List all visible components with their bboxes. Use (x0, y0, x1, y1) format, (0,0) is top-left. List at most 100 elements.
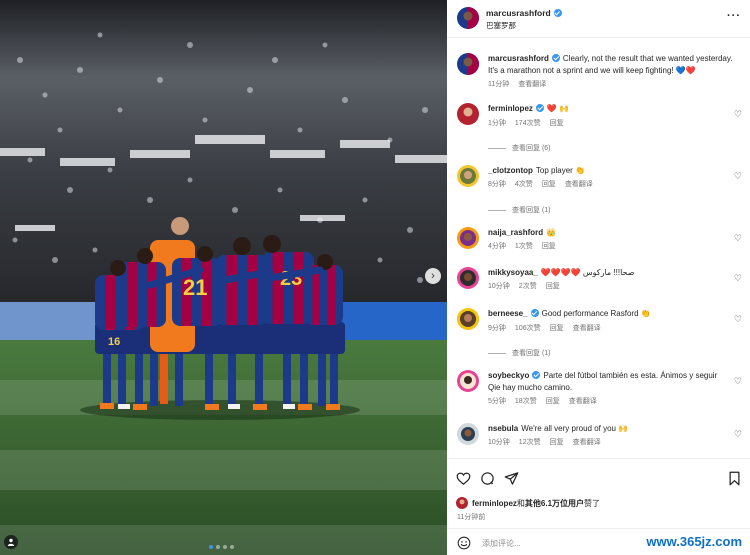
carousel-dot (209, 545, 213, 549)
like-comment-heart-icon[interactable]: ♡ (734, 273, 742, 284)
reply-button[interactable]: 回复 (546, 281, 560, 292)
comment-likes[interactable]: 12次赞 (519, 437, 541, 448)
avatar[interactable] (457, 103, 479, 125)
view-replies-link[interactable]: 查看回复 (6) (488, 143, 551, 153)
avatar[interactable] (457, 165, 479, 187)
comment-likes[interactable]: 174次赞 (515, 118, 541, 129)
comment-text: 👑 (546, 228, 557, 237)
comment-username[interactable]: _clotzontop (488, 166, 533, 175)
avatar[interactable] (457, 267, 479, 289)
view-replies-link[interactable]: 查看回复 (1) (488, 348, 551, 358)
comment-text: Top player 👏 (535, 166, 585, 175)
share-paper-plane-icon[interactable] (504, 471, 519, 486)
chevron-right-icon: › (431, 269, 435, 282)
comments-list: marcusrashford Clearly, not the result th… (447, 39, 750, 458)
comment-likes[interactable]: 2次赞 (519, 281, 537, 292)
likes-suffix: 赞了 (584, 498, 601, 508)
others-count[interactable]: 其他6.1万位用户 (525, 499, 584, 508)
comment-username[interactable]: mikkysoyaa_ (488, 268, 538, 277)
see-translation-link[interactable]: 查看翻译 (565, 179, 593, 190)
team-huddle-image: 21 23 16 (0, 0, 447, 555)
reply-button[interactable]: 回复 (546, 396, 560, 407)
see-translation-link[interactable]: 查看翻译 (573, 323, 601, 334)
reply-button[interactable]: 回复 (542, 179, 556, 190)
comment-time: 9分钟 (488, 325, 506, 332)
comment-time: 1分钟 (488, 120, 506, 127)
like-comment-heart-icon[interactable]: ♡ (734, 233, 742, 244)
comment-username[interactable]: naija_rashford (488, 228, 543, 237)
author-username[interactable]: marcusrashford (486, 8, 551, 18)
add-comment-input[interactable]: 添加评论... (482, 538, 521, 549)
comment-username[interactable]: soybeckyo (488, 371, 529, 380)
reply-button[interactable]: 回复 (550, 437, 564, 448)
comment-text: Good performance Rasford 👏 (541, 309, 651, 318)
view-replies-link[interactable]: 查看回复 (1) (488, 205, 551, 215)
more-options-button[interactable]: ··· (727, 10, 741, 22)
comment-text: We're all very proud of you 🙌 (521, 424, 629, 433)
comment-username[interactable]: ferminlopez (488, 104, 533, 113)
author-name-row: marcusrashford (486, 8, 562, 18)
caption-time: 11分钟 (488, 81, 510, 88)
next-image-button[interactable]: › (425, 268, 441, 284)
reply-button[interactable]: 回复 (550, 323, 564, 334)
likes-summary: ferminlopez和其他6.1万位用户赞了 (456, 497, 600, 509)
avatar[interactable] (457, 227, 479, 249)
comment-username[interactable]: marcusrashford (488, 54, 549, 63)
reply-button[interactable]: 回复 (542, 241, 556, 252)
carousel-dot (230, 545, 234, 549)
avatar[interactable] (457, 308, 479, 330)
likes-connector: 和 (516, 498, 525, 508)
comment-time: 8分钟 (488, 181, 506, 188)
comment-username[interactable]: berneese_ (488, 309, 528, 318)
carousel-dots (209, 545, 234, 549)
avatar[interactable] (457, 370, 479, 392)
post-location[interactable]: 巴塞罗那 (486, 20, 516, 31)
tagged-users-button[interactable] (4, 535, 18, 549)
like-comment-heart-icon[interactable]: ♡ (734, 314, 742, 325)
post-header: marcusrashford 巴塞罗那 ··· (447, 0, 750, 38)
see-translation-link[interactable]: 查看翻译 (569, 396, 597, 407)
verified-badge-icon (551, 54, 560, 62)
comment-time: 10分钟 (488, 283, 510, 290)
post-timestamp: 11分钟前 (457, 514, 486, 521)
comment-text: ❤️ 🙌 (546, 104, 570, 113)
emoji-smiley-icon[interactable] (457, 536, 471, 550)
liker-avatar[interactable] (456, 497, 468, 509)
like-comment-heart-icon[interactable]: ♡ (734, 109, 742, 120)
comment-likes[interactable]: 106次赞 (515, 323, 541, 334)
comment-likes[interactable]: 18次赞 (515, 396, 537, 407)
verified-badge-icon (530, 309, 539, 317)
comment-text: ❤️❤️❤️❤️ صحا!!! ماركوس (540, 268, 635, 277)
carousel-dot (216, 545, 220, 549)
comment-time: 10分钟 (488, 439, 510, 446)
svg-text:16: 16 (108, 336, 120, 348)
liker-username[interactable]: ferminlopez (472, 499, 517, 508)
svg-text:21: 21 (183, 275, 207, 300)
avatar[interactable] (457, 423, 479, 445)
author-avatar[interactable] (457, 7, 479, 29)
comment-likes[interactable]: 4次赞 (515, 179, 533, 190)
user-icon (7, 538, 15, 546)
comment-bubble-icon[interactable] (480, 471, 495, 486)
see-translation-link[interactable]: 查看翻译 (518, 79, 546, 90)
like-comment-heart-icon[interactable]: ♡ (734, 376, 742, 387)
like-heart-icon[interactable] (456, 471, 471, 486)
post-panel: marcusrashford 巴塞罗那 ··· marcusrashford Cl… (447, 0, 750, 555)
comment-time: 5分钟 (488, 398, 506, 405)
verified-badge-icon (532, 371, 541, 379)
carousel-dot (223, 545, 227, 549)
site-watermark: www.365jz.com (644, 534, 744, 549)
save-bookmark-icon[interactable] (728, 471, 741, 486)
see-translation-link[interactable]: 查看翻译 (573, 437, 601, 448)
avatar[interactable] (457, 53, 479, 75)
like-comment-heart-icon[interactable]: ♡ (734, 429, 742, 440)
comment-time: 4分钟 (488, 243, 506, 250)
comment-username[interactable]: nsebula (488, 424, 518, 433)
like-comment-heart-icon[interactable]: ♡ (734, 171, 742, 182)
post-photo[interactable]: 21 23 16 › (0, 0, 447, 555)
reply-button[interactable]: 回复 (550, 118, 564, 129)
comment-likes[interactable]: 1次赞 (515, 241, 533, 252)
verified-badge-icon (535, 104, 544, 112)
more-icon: ··· (727, 10, 741, 22)
verified-badge-icon (553, 9, 562, 17)
